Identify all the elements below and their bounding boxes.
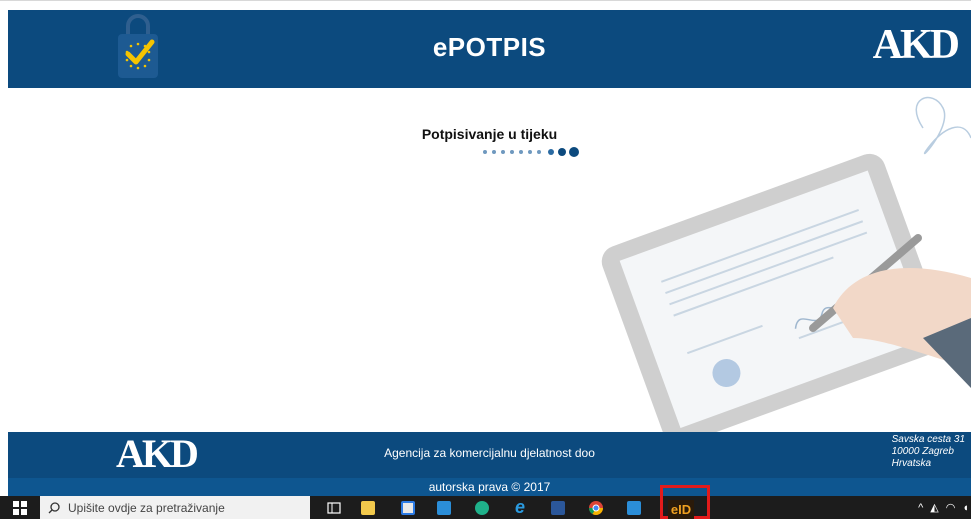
progress-dot [519, 150, 523, 154]
windows-taskbar: Upišite ovdje za pretraživanje e ^ ◭ ◠ ◖ [0, 496, 971, 519]
start-button[interactable] [0, 496, 40, 519]
footer: AKD Agencija za komercijalnu djelatnost … [8, 432, 971, 478]
window-top-edge [0, 0, 971, 10]
wifi-icon[interactable]: ◠ [946, 501, 956, 514]
task-view-icon[interactable] [318, 496, 350, 519]
search-icon [48, 501, 60, 513]
progress-dot [528, 150, 532, 154]
search-placeholder: Upišite ovdje za pretraživanje [68, 500, 225, 515]
photos-icon[interactable] [618, 496, 650, 519]
progress-dot [492, 150, 496, 154]
tablet-signature-illustration [601, 97, 971, 432]
copyright-bar: autorska prava © 2017 [8, 478, 971, 496]
app-header: ePOTPIS AKD [8, 10, 971, 88]
taskbar-search-input[interactable]: Upišite ovdje za pretraživanje [40, 496, 310, 519]
word-icon[interactable] [542, 496, 574, 519]
progress-dot [510, 150, 514, 154]
progress-dot [569, 147, 579, 157]
footer-company-name: Agencija za komercijalnu djelatnost doo [384, 446, 595, 460]
store-icon[interactable] [392, 496, 424, 519]
main-content: Potpisivanje u tijeku [8, 88, 971, 432]
file-explorer-icon[interactable] [352, 496, 384, 519]
windows-logo-icon [13, 500, 27, 515]
network-icon[interactable]: ◭ [930, 501, 938, 514]
progress-dot [501, 150, 505, 154]
akd-logo: AKD [872, 22, 960, 68]
system-tray: ^ ◭ ◠ ◖ [918, 496, 969, 519]
mail-icon[interactable] [428, 496, 460, 519]
progress-dot [548, 149, 554, 155]
chrome-icon[interactable] [580, 496, 612, 519]
address-street: Savska cesta 31 [891, 434, 965, 445]
progress-dot [558, 148, 566, 156]
progress-dot [483, 150, 487, 154]
page-title: ePOTPIS [432, 32, 547, 62]
address-country: Hrvatska [891, 458, 932, 469]
internet-explorer-icon[interactable]: e [504, 496, 536, 519]
progress-dot [537, 150, 541, 154]
address-city: 10000 Zagreb [891, 446, 954, 457]
eid-icon[interactable]: eID [668, 500, 694, 519]
volume-icon[interactable]: ◖ [962, 502, 969, 514]
footer-address: Savska cesta 31 10000 Zagreb Hrvatska [892, 434, 965, 470]
chevron-up-icon[interactable]: ^ [918, 502, 923, 514]
edge-icon[interactable] [466, 496, 498, 519]
